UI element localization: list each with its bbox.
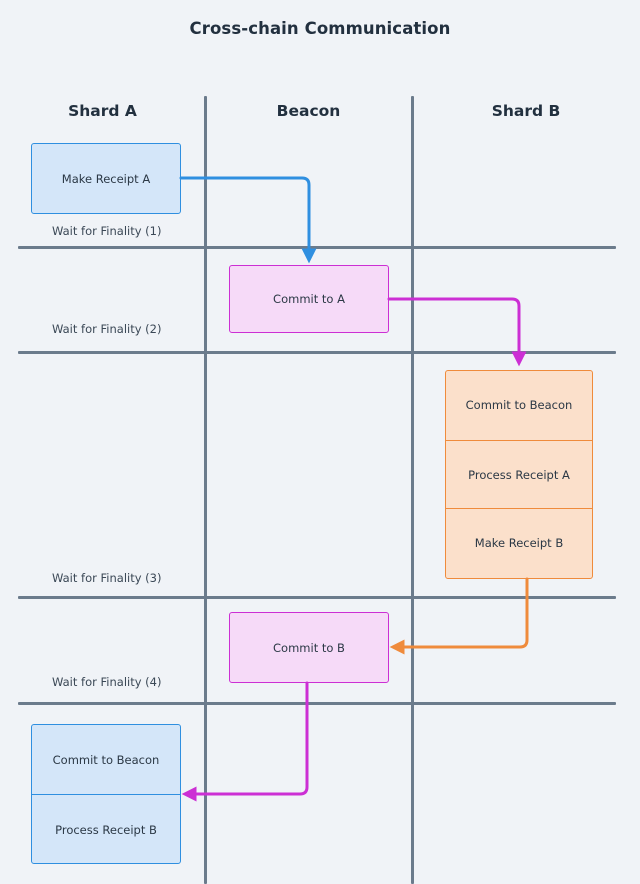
node-make-receipt-a[interactable]: Make Receipt A [31, 143, 181, 214]
node-shard-b-commit-to-beacon[interactable]: Commit to Beacon [446, 371, 592, 440]
wait-for-finality-label-4: Wait for Finality (4) [52, 675, 162, 689]
swimlane-divider-left [204, 96, 207, 884]
wait-for-finality-label-2: Wait for Finality (2) [52, 322, 162, 336]
wait-for-finality-label-1: Wait for Finality (1) [52, 224, 162, 238]
edge-commit-to-b-to-shard-a [181, 681, 309, 802]
node-commit-to-b[interactable]: Commit to B [229, 612, 389, 683]
column-header-beacon: Beacon [276, 102, 341, 120]
finality-rule-1 [18, 246, 616, 249]
page-title: Cross-chain Communication [189, 19, 451, 38]
edge-make-receipt-a-to-commit-to-a [179, 176, 317, 264]
node-commit-to-a[interactable]: Commit to A [229, 265, 389, 333]
edge-commit-to-a-to-shard-b [387, 297, 527, 367]
node-shard-a-process-receipt-b[interactable]: Process Receipt B [32, 794, 180, 863]
finality-rule-3 [18, 596, 616, 599]
column-header-shard-b: Shard B [491, 102, 561, 120]
wait-for-finality-label-3: Wait for Finality (3) [52, 571, 162, 585]
edge-make-receipt-b-to-commit-to-b [389, 577, 529, 655]
node-shard-a-commit-to-beacon[interactable]: Commit to Beacon [32, 725, 180, 794]
swimlane-divider-right [411, 96, 414, 884]
node-stack-shard-a-bottom: Commit to Beacon Process Receipt B [31, 724, 181, 864]
column-header-shard-a: Shard A [68, 102, 137, 120]
node-shard-b-make-receipt-b[interactable]: Make Receipt B [446, 508, 592, 577]
cross-chain-communication-diagram: Cross-chain Communication Shard A Beacon… [0, 0, 640, 884]
finality-rule-4 [18, 702, 616, 705]
finality-rule-2 [18, 351, 616, 354]
node-shard-b-process-receipt-a[interactable]: Process Receipt A [446, 439, 592, 509]
node-stack-shard-b: Commit to Beacon Process Receipt A Make … [445, 370, 593, 579]
